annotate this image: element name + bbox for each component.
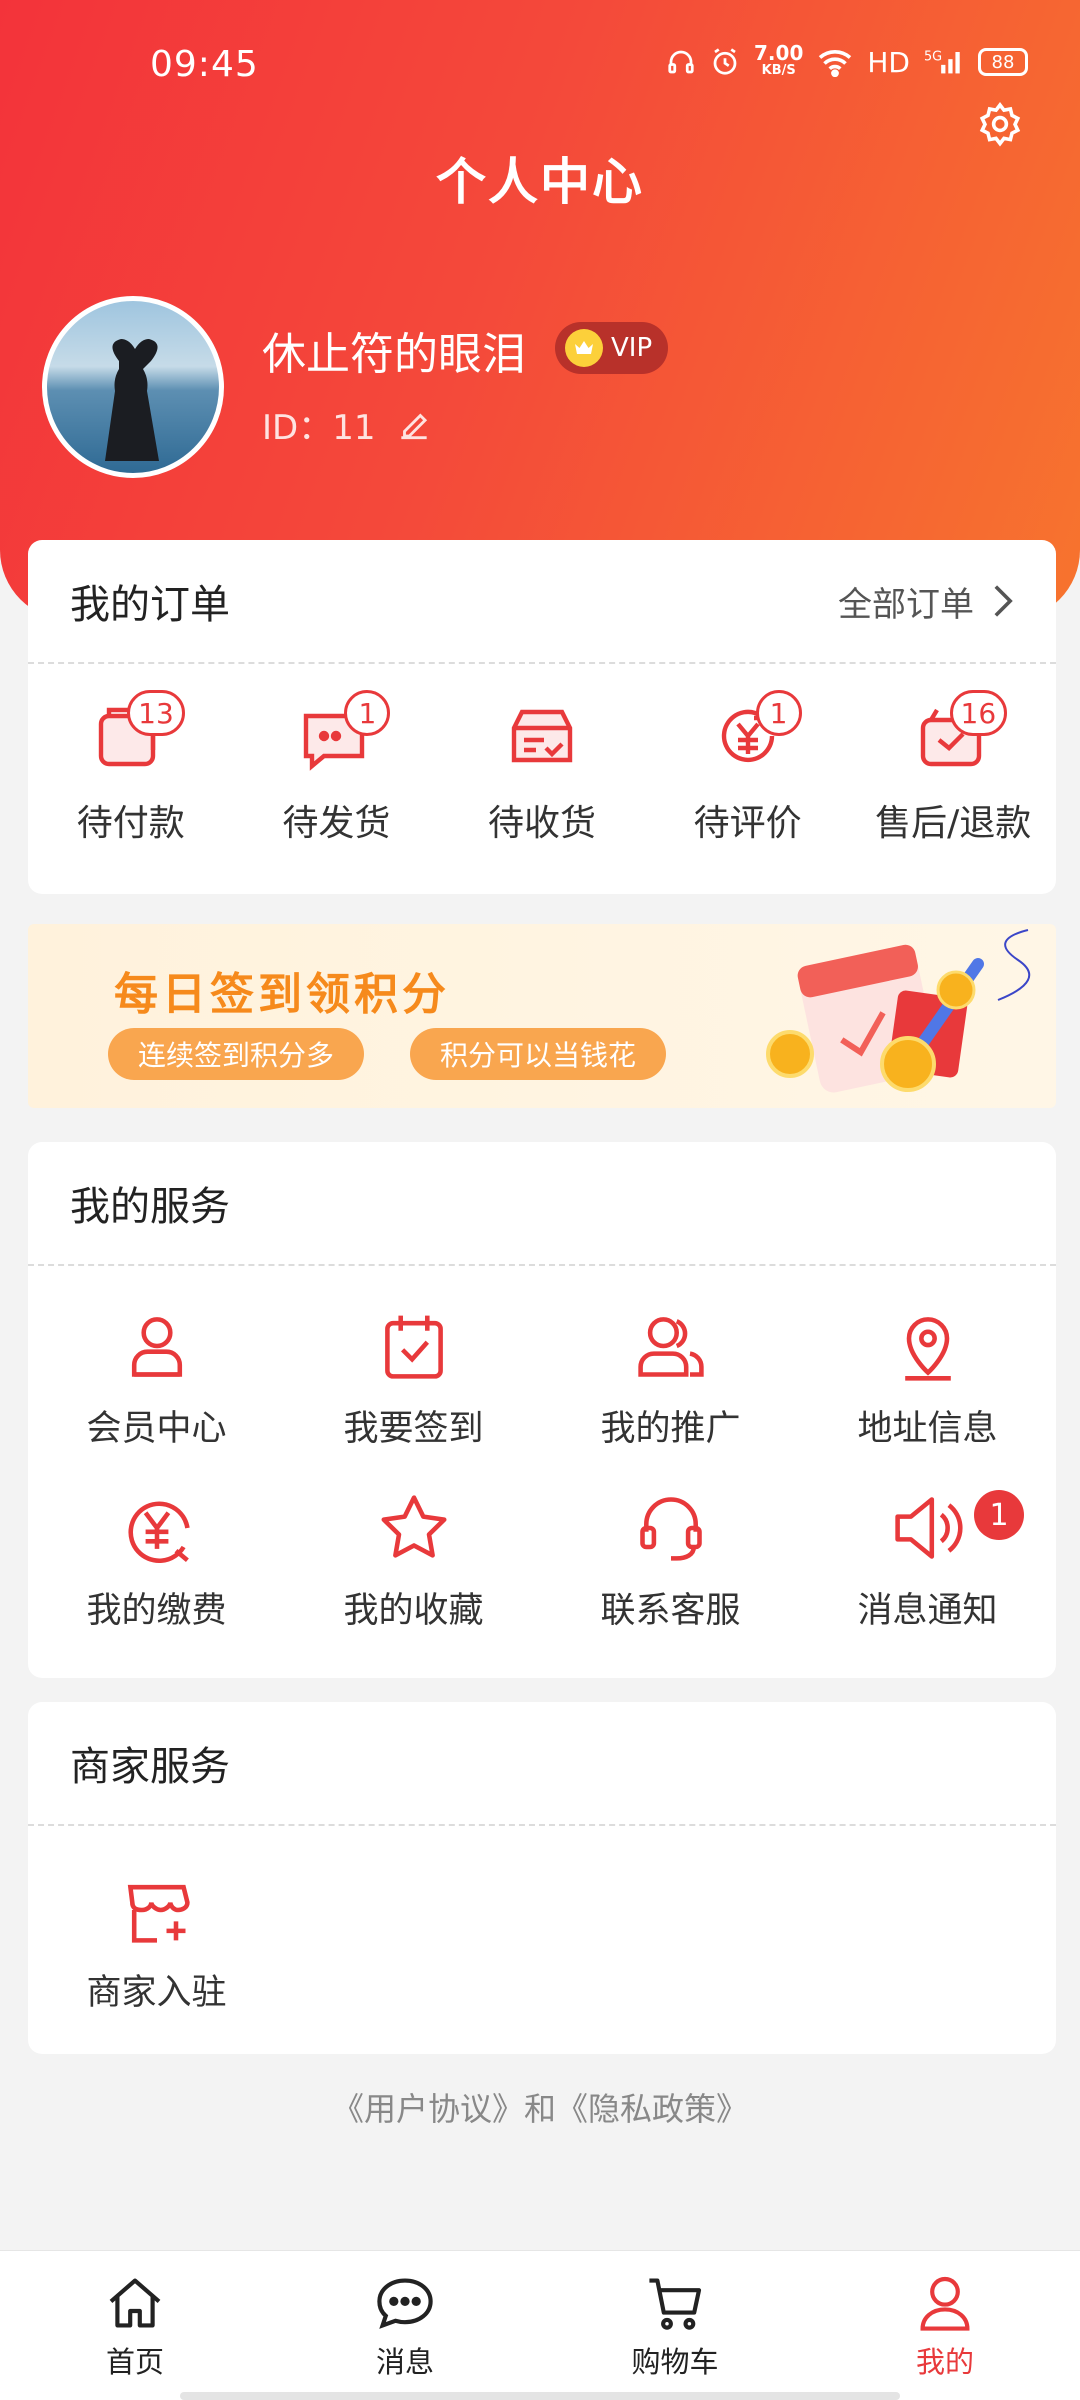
settings-gear-icon[interactable] [976, 100, 1024, 148]
order-label: 待评价 [693, 803, 802, 844]
alarm-icon [713, 48, 737, 75]
service-label: 商家入驻 [86, 1973, 227, 2013]
status-bar: 09:45 7.00 KB/S HD 5G 88 [0, 0, 1080, 130]
services-header: 我的服务 [28, 1142, 1056, 1266]
status-time: 09:45 [150, 44, 259, 85]
orders-card: 我的订单 全部订单 13 待付款 1 待发货 待收货 1 待评价 16 售后/退… [28, 540, 1056, 894]
location-pin-icon [904, 1317, 951, 1381]
chevron-right-icon [994, 585, 1013, 617]
daily-checkin-banner[interactable]: 每日签到领积分 连续签到积分多 积分可以当钱花 [28, 924, 1056, 1108]
status-icons: 7.00 KB/S HD 5G 88 [666, 41, 1028, 80]
service-payment[interactable]: 我的缴费 [28, 1490, 285, 1672]
tab-label: 首页 [105, 2344, 164, 2379]
tab-profile[interactable]: 我的 [810, 2251, 1080, 2400]
tab-home[interactable]: 首页 [0, 2251, 270, 2400]
user-nickname: 休止符的眼泪 [262, 329, 526, 380]
service-label: 消息通知 [857, 1591, 998, 1631]
banner-pill-1: 连续签到积分多 [108, 1028, 365, 1080]
all-orders-label: 全部订单 [838, 584, 974, 625]
user-id: ID：11 [262, 400, 433, 449]
order-pending-shipment[interactable]: 1 待发货 [234, 690, 440, 846]
order-pending-receipt[interactable]: 待收货 [439, 696, 645, 846]
signal-icon: 5G [924, 50, 960, 74]
user-icon [131, 1317, 182, 1377]
merchant-join[interactable]: 商家入驻 [28, 1872, 285, 2054]
cart-icon [649, 2278, 702, 2330]
calendar-check-icon [384, 1315, 443, 1379]
merchant-header: 商家服务 [28, 1702, 1056, 1826]
bottom-tab-bar: 首页 消息 购物车 我的 [0, 2250, 1080, 2400]
calendar-coins-illustration [766, 929, 1031, 1093]
tab-label: 消息 [375, 2344, 434, 2379]
order-pending-payment[interactable]: 13 待付款 [28, 690, 234, 846]
service-check-in[interactable]: 我要签到 [285, 1308, 542, 1490]
order-badge: 16 [949, 690, 1008, 736]
banner-pill-2: 积分可以当钱花 [410, 1028, 667, 1080]
service-label: 地址信息 [857, 1409, 998, 1449]
service-notifications[interactable]: 1 消息通知 [799, 1490, 1056, 1672]
wifi-icon [819, 50, 852, 77]
tab-label: 我的 [915, 2344, 974, 2379]
merchant-grid: 商家入驻 [28, 1826, 1056, 2074]
order-after-sales[interactable]: 16 售后/退款 [850, 690, 1056, 846]
service-address[interactable]: 地址信息 [799, 1308, 1056, 1490]
svg-text:5G: 5G [924, 50, 942, 65]
services-grid: 会员中心 我要签到 我的推广 地址信息 我的缴费 我的收藏 联系客服 1 消息通… [28, 1266, 1056, 1692]
services-title: 我的服务 [70, 1184, 230, 1230]
service-label: 会员中心 [86, 1409, 227, 1449]
vip-label: VIP [611, 333, 653, 363]
order-pending-review[interactable]: 1 待评价 [645, 690, 851, 846]
battery-indicator: 88 [978, 48, 1028, 76]
merchant-title: 商家服务 [70, 1744, 230, 1790]
service-label: 我的收藏 [343, 1591, 484, 1631]
service-promotion[interactable]: 我的推广 [542, 1308, 799, 1490]
service-customer-support[interactable]: 联系客服 [542, 1490, 799, 1672]
order-badge: 13 [127, 690, 185, 736]
service-label: 我的缴费 [86, 1591, 227, 1631]
order-badge: 1 [344, 690, 391, 736]
home-icon [109, 2278, 161, 2327]
notification-badge: 1 [974, 1490, 1024, 1540]
orders-header: 我的订单 全部订单 [28, 540, 1056, 664]
profile-icon [920, 2276, 970, 2331]
home-indicator[interactable] [180, 2392, 900, 2400]
tab-cart[interactable]: 购物车 [540, 2251, 810, 2400]
order-badge: 1 [755, 690, 802, 736]
orders-title: 我的订单 [70, 582, 230, 628]
page-title: 个人中心 [436, 153, 644, 211]
avatar[interactable] [42, 296, 224, 478]
service-member-center[interactable]: 会员中心 [28, 1308, 285, 1490]
users-icon [637, 1317, 704, 1377]
speaker-icon [894, 1497, 963, 1559]
yen-icon [127, 1501, 190, 1563]
all-orders-link[interactable]: 全部订单 [838, 577, 1014, 626]
order-label: 售后/退款 [875, 803, 1032, 844]
order-label: 待发货 [282, 803, 391, 844]
order-label: 待收货 [487, 803, 596, 844]
network-speed: 7.00 KB/S [754, 41, 804, 78]
service-label: 联系客服 [600, 1591, 741, 1631]
services-card: 我的服务 会员中心 我要签到 我的推广 地址信息 我的缴费 我的收藏 联系客服 … [28, 1142, 1056, 1678]
service-label: 我要签到 [343, 1409, 484, 1449]
service-favorites[interactable]: 我的收藏 [285, 1490, 542, 1672]
hd-indicator: HD [867, 45, 910, 79]
merchant-card: 商家服务 商家入驻 [28, 1702, 1056, 2054]
edit-pencil-icon[interactable] [395, 406, 433, 444]
vip-badge[interactable]: VIP [555, 322, 669, 374]
message-icon [377, 2278, 433, 2329]
crown-icon [565, 329, 603, 367]
tab-label: 购物车 [631, 2344, 719, 2379]
user-id-text: ID：11 [262, 408, 376, 448]
agreement-links[interactable]: 《用户协议》和《隐私政策》 [0, 2084, 1080, 2130]
star-icon [381, 1495, 446, 1558]
headset-icon [639, 1497, 702, 1561]
store-plus-icon [127, 1884, 190, 1943]
order-label: 待付款 [76, 803, 185, 844]
package-icon [511, 709, 573, 763]
tab-messages[interactable]: 消息 [270, 2251, 540, 2400]
banner-title: 每日签到领积分 [114, 969, 450, 1020]
headphones-icon [668, 50, 694, 74]
service-label: 我的推广 [600, 1409, 741, 1449]
order-status-row: 13 待付款 1 待发货 待收货 1 待评价 16 售后/退款 [28, 664, 1056, 846]
